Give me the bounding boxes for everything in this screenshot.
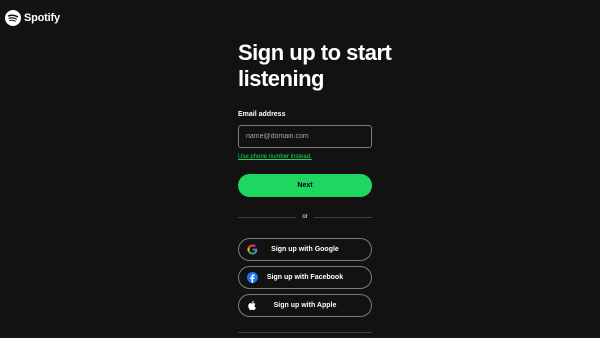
signup-with-facebook-button[interactable]: Sign up with Facebook <box>238 266 372 289</box>
spotify-logo[interactable]: Spotify <box>5 10 60 26</box>
google-icon <box>247 244 258 255</box>
divider-text: or <box>302 214 308 220</box>
page-title: Sign up to start listening <box>238 40 392 91</box>
signup-page: Spotify Sign up to start listening Email… <box>0 0 600 338</box>
next-button[interactable]: Next <box>238 174 372 197</box>
signup-with-google-button[interactable]: Sign up with Google <box>238 238 372 261</box>
apple-button-label: Sign up with Apple <box>273 302 337 309</box>
signup-with-apple-button[interactable]: Sign up with Apple <box>238 294 372 317</box>
divider-line-right <box>313 216 372 218</box>
facebook-button-label: Sign up with Facebook <box>266 274 344 281</box>
facebook-icon <box>247 272 258 283</box>
google-button-label: Sign up with Google <box>271 246 339 253</box>
spotify-logo-icon <box>5 10 21 26</box>
divider-line-left <box>238 216 297 218</box>
or-divider: or <box>238 212 372 222</box>
apple-icon <box>248 300 256 311</box>
email-label: Email address <box>238 111 286 118</box>
email-field[interactable] <box>238 125 372 148</box>
bottom-divider <box>238 332 372 333</box>
logo-wordmark: Spotify <box>24 12 60 24</box>
use-phone-number-link[interactable]: Use phone number instead. <box>238 154 312 160</box>
